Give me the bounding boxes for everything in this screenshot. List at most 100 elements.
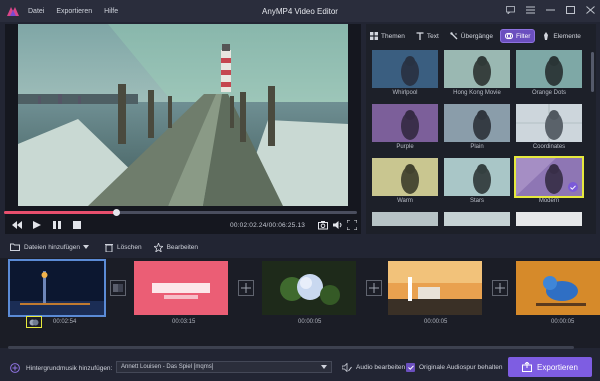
transition-slot[interactable] xyxy=(110,280,126,296)
tab-themen[interactable]: Themen xyxy=(366,29,409,43)
filter-hong-kong-movie[interactable]: Hong Kong Movie xyxy=(444,50,510,96)
star-wand-icon xyxy=(153,242,163,252)
menu-list-icon[interactable] xyxy=(524,4,536,16)
transition-icon xyxy=(113,284,123,292)
filter-plain[interactable]: Plain xyxy=(444,104,510,150)
window-controls xyxy=(504,4,596,16)
plus-icon xyxy=(495,283,505,293)
clip-thumbnail xyxy=(262,261,356,315)
tab-elemente-label: Elemente xyxy=(553,32,581,40)
filter-partial[interactable] xyxy=(444,212,510,226)
current-time: 00:02:02.24 xyxy=(230,221,267,229)
filter-label: Stars xyxy=(469,198,484,204)
pause-icon[interactable] xyxy=(51,219,63,231)
timeline-scrollbar[interactable] xyxy=(8,346,574,349)
timeline-clip[interactable] xyxy=(516,261,600,315)
camera-snapshot-icon[interactable] xyxy=(318,220,328,230)
stop-icon[interactable] xyxy=(71,219,83,231)
timeline-clip[interactable] xyxy=(134,261,228,315)
clip-duration: 00:00:05 xyxy=(424,319,448,325)
playback-progress xyxy=(4,211,117,214)
themes-grid-icon xyxy=(370,32,378,40)
tab-text[interactable]: Text xyxy=(412,29,443,43)
export-label: Exportieren xyxy=(537,362,578,372)
fullscreen-icon[interactable] xyxy=(347,220,357,230)
filter-applied-badge[interactable] xyxy=(26,316,42,328)
checkbox-checked-icon xyxy=(406,363,415,372)
keep-audio-label: Originale Audiospur behalten xyxy=(419,364,503,371)
filter-warm[interactable]: Warm xyxy=(372,158,438,204)
filter-coordinates[interactable]: Coordinates xyxy=(516,104,582,150)
transition-slot[interactable] xyxy=(238,280,254,296)
chat-icon[interactable] xyxy=(504,4,516,16)
playback-scrubber[interactable] xyxy=(4,209,357,216)
panel-scrollbar[interactable] xyxy=(591,52,594,92)
video-frame[interactable] xyxy=(18,24,348,206)
edit-button[interactable]: Bearbeiten xyxy=(153,242,198,252)
timeline-clip[interactable] xyxy=(262,261,356,315)
bg-music-value: Annett Louisen - Das Spiel [mqms] xyxy=(121,364,214,370)
filter-thumbnail xyxy=(516,50,582,88)
tab-filter[interactable]: Filter xyxy=(499,29,536,43)
filter-thumbnail xyxy=(516,104,582,142)
export-button[interactable]: Exportieren xyxy=(508,357,592,377)
clip-duration: 00:00:05 xyxy=(298,319,322,325)
filter-thumbnail xyxy=(372,104,438,142)
filter-partial[interactable] xyxy=(372,212,438,226)
add-files-button[interactable]: Dateien hinzufügen xyxy=(10,243,93,251)
menu-hilfe[interactable]: Hilfe xyxy=(104,8,118,15)
transition-slot[interactable] xyxy=(492,280,508,296)
minimize-icon[interactable] xyxy=(544,4,556,16)
filter-icon xyxy=(504,32,513,40)
menu-datei[interactable]: Datei xyxy=(28,8,44,15)
plus-icon xyxy=(369,283,379,293)
filter-thumbnail xyxy=(372,50,438,88)
filter-label: Coordinates xyxy=(532,144,566,150)
filter-thumbnail xyxy=(516,212,582,226)
effects-tabs: Themen Text Übergänge Filter Elemente xyxy=(366,28,596,44)
filter-thumbnail xyxy=(372,212,438,226)
filter-label: Modern xyxy=(538,198,560,204)
tab-text-label: Text xyxy=(426,32,439,40)
add-music-icon[interactable] xyxy=(10,363,20,373)
filter-partial[interactable] xyxy=(516,212,582,226)
filter-label: Hong Kong Movie xyxy=(453,90,501,96)
filter-thumbnail xyxy=(514,156,584,198)
transitions-icon xyxy=(450,32,458,40)
tab-uebergaenge[interactable]: Übergänge xyxy=(446,29,497,43)
tab-elemente[interactable]: Elemente xyxy=(538,29,584,43)
delete-button[interactable]: Löschen xyxy=(105,243,142,252)
close-icon[interactable] xyxy=(584,4,596,16)
maximize-icon[interactable] xyxy=(564,4,576,16)
edit-audio-label: Audio bearbeiten xyxy=(356,364,406,371)
play-icon[interactable] xyxy=(31,219,43,231)
timeline-clip[interactable] xyxy=(8,259,106,317)
menu-exportieren[interactable]: Exportieren xyxy=(56,8,92,15)
bg-music-select[interactable]: Annett Louisen - Das Spiel [mqms] xyxy=(116,361,332,373)
filter-purple[interactable]: Purple xyxy=(372,104,438,150)
pier-scene-image xyxy=(18,24,348,206)
filter-stars[interactable]: Stars xyxy=(444,158,510,204)
app-logo-icon xyxy=(7,7,19,16)
tab-uebergaenge-label: Übergänge xyxy=(460,32,493,40)
add-files-label: Dateien hinzufügen xyxy=(24,243,81,251)
audio-edit-icon xyxy=(342,363,352,372)
filter-thumbnail xyxy=(444,212,510,226)
keep-audio-checkbox[interactable]: Originale Audiospur behalten xyxy=(406,363,502,372)
timeline-clip[interactable] xyxy=(388,261,482,315)
timeline-toolbar: Dateien hinzufügen Löschen Bearbeiten xyxy=(0,238,600,256)
edit-audio-button[interactable]: Audio bearbeiten xyxy=(342,363,405,372)
rewind-icon[interactable] xyxy=(11,219,23,231)
filter-whirlpool[interactable]: Whirlpool xyxy=(372,50,438,96)
clip-duration: 00:00:05 xyxy=(551,319,575,325)
total-time: 00:06:25.13 xyxy=(268,221,306,229)
filter-thumbnail xyxy=(444,158,510,196)
chevron-down-icon xyxy=(83,245,90,249)
filter-modern[interactable]: Modern xyxy=(514,156,584,204)
volume-icon[interactable] xyxy=(333,220,343,230)
filter-applied-icon xyxy=(29,319,39,325)
filter-label: Plain xyxy=(470,144,484,150)
transition-slot[interactable] xyxy=(366,280,382,296)
filter-orange-dots[interactable]: Orange Dots xyxy=(516,50,582,96)
clip-thumbnail xyxy=(516,261,600,315)
